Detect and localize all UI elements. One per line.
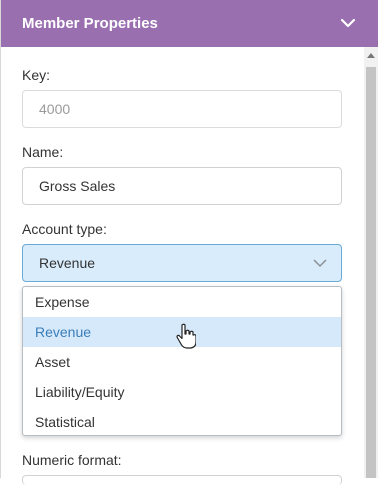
account-type-dropdown: Expense Revenue Asset Liability/Equity S…: [22, 286, 342, 436]
key-field: 4000: [22, 90, 342, 128]
panel-title: Member Properties: [22, 15, 158, 32]
name-value: Gross Sales: [39, 178, 116, 194]
member-properties-panel: Member Properties Key: 4000 Name: Gross …: [0, 0, 378, 485]
chevron-down-icon: [313, 259, 327, 268]
hand-cursor-icon: [176, 323, 196, 349]
option-liability-equity[interactable]: Liability/Equity: [23, 377, 341, 407]
vertical-scrollbar[interactable]: [364, 47, 378, 478]
option-asset[interactable]: Asset: [23, 347, 341, 377]
option-statistical[interactable]: Statistical: [23, 407, 341, 437]
chevron-down-icon[interactable]: [339, 14, 357, 32]
name-label: Name:: [22, 144, 64, 160]
account-type-value: Revenue: [39, 255, 96, 271]
key-value: 4000: [39, 101, 71, 117]
option-expense[interactable]: Expense: [23, 287, 341, 317]
account-type-select[interactable]: Revenue: [22, 244, 342, 282]
numeric-format-label: Numeric format:: [22, 452, 122, 468]
scrollbar-thumb[interactable]: [366, 67, 376, 478]
account-type-label: Account type:: [22, 221, 107, 237]
panel-header[interactable]: Member Properties: [1, 0, 378, 47]
key-label: Key:: [22, 67, 51, 83]
numeric-format-field[interactable]: [22, 475, 342, 485]
name-field[interactable]: Gross Sales: [22, 167, 342, 205]
scroll-up-icon[interactable]: [367, 53, 375, 58]
